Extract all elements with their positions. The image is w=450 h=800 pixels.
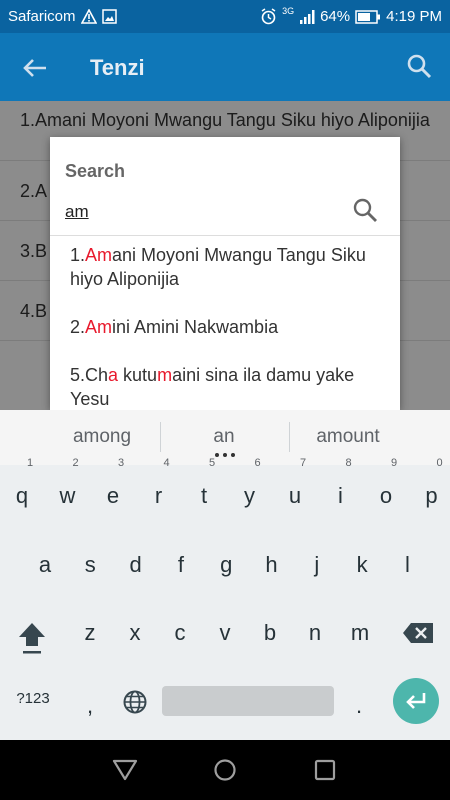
key-hint-0: 0 [436,457,443,469]
key-o[interactable]: o [366,483,406,509]
key-c[interactable]: c [160,620,200,646]
clock: 4:19 PM [386,8,442,25]
search-icon[interactable] [352,197,378,223]
soft-keyboard: among an amount ?123 , . q1w2e3r4t5y6u7i… [0,410,450,740]
battery-icon [355,9,381,24]
key-f[interactable]: f [161,552,201,578]
network-type: 3G [282,5,295,16]
key-d[interactable]: d [116,552,156,578]
page-title: Tenzi [90,55,145,80]
search-result[interactable]: 1.Amani Moyoni Mwangu Tangu Siku hiyo Al… [70,243,380,291]
status-bar: Safaricom 3G 64% 4:19 PM [0,0,450,33]
nav-back-icon[interactable] [112,758,138,782]
key-r[interactable]: r [139,483,179,509]
signal-icon [300,9,315,24]
shift-icon[interactable] [16,620,48,656]
key-j[interactable]: j [297,552,337,578]
enter-key[interactable] [393,678,439,724]
globe-icon[interactable] [122,689,148,715]
key-hint-7: 7 [299,457,307,469]
search-icon[interactable] [406,53,432,79]
search-dialog: Search am 1.Amani Moyoni Mwangu Tangu Si… [50,137,400,410]
key-k[interactable]: k [342,552,382,578]
warning-icon [80,9,97,24]
key-h[interactable]: h [252,552,292,578]
key-i[interactable]: i [321,483,361,509]
search-input[interactable]: am [65,202,89,222]
key-t[interactable]: t [184,483,224,509]
key-hint-4: 4 [163,457,170,469]
key-l[interactable]: l [387,552,427,578]
key-x[interactable]: x [115,620,155,646]
key-u[interactable]: u [275,483,315,509]
key-hint-3: 3 [117,457,125,469]
image-icon [101,9,117,24]
divider [50,235,400,236]
key-b[interactable]: b [250,620,290,646]
key-g[interactable]: g [206,552,246,578]
space-key[interactable] [162,686,334,716]
period-key[interactable]: . [339,693,379,719]
search-result[interactable]: 5.Cha kutumaini sina ila damu yake Yesu [70,363,380,410]
comma-key[interactable]: , [70,693,110,719]
dialog-title: Search [65,161,126,181]
battery-percent: 64% [320,8,351,25]
key-hint-8: 8 [345,457,352,469]
key-y[interactable]: y [230,483,270,509]
back-arrow-icon[interactable] [20,53,50,83]
key-p[interactable]: p [412,483,450,509]
key-hint-9: 9 [390,457,398,469]
symbols-key[interactable]: ?123 [8,690,58,707]
key-z[interactable]: z [70,620,110,646]
key-n[interactable]: n [295,620,335,646]
key-hint-2: 2 [72,457,79,469]
suggestion-item[interactable]: amount [288,426,408,448]
search-result[interactable]: 2.Amini Amini Nakwambia [70,315,380,339]
app-bar: Tenzi [0,33,450,101]
key-hint-1: 1 [26,457,34,469]
key-e[interactable]: e [93,483,133,509]
backspace-icon[interactable] [402,622,434,644]
key-v[interactable]: v [205,620,245,646]
nav-recents-icon[interactable] [314,759,336,781]
alarm-icon [261,8,276,25]
key-w[interactable]: w [48,483,88,509]
key-m[interactable]: m [340,620,380,646]
enter-icon [406,693,426,709]
carrier-label: Safaricom [8,8,76,25]
key-s[interactable]: s [70,552,110,578]
key-q[interactable]: q [2,483,42,509]
key-a[interactable]: a [25,552,65,578]
key-hint-6: 6 [254,457,261,469]
suggestion-item[interactable]: among [42,426,162,448]
key-hint-5: 5 [208,457,216,469]
suggestion-item[interactable]: an [164,426,284,448]
nav-home-icon[interactable] [213,758,237,782]
navigation-bar [0,740,450,800]
divider [160,422,161,452]
